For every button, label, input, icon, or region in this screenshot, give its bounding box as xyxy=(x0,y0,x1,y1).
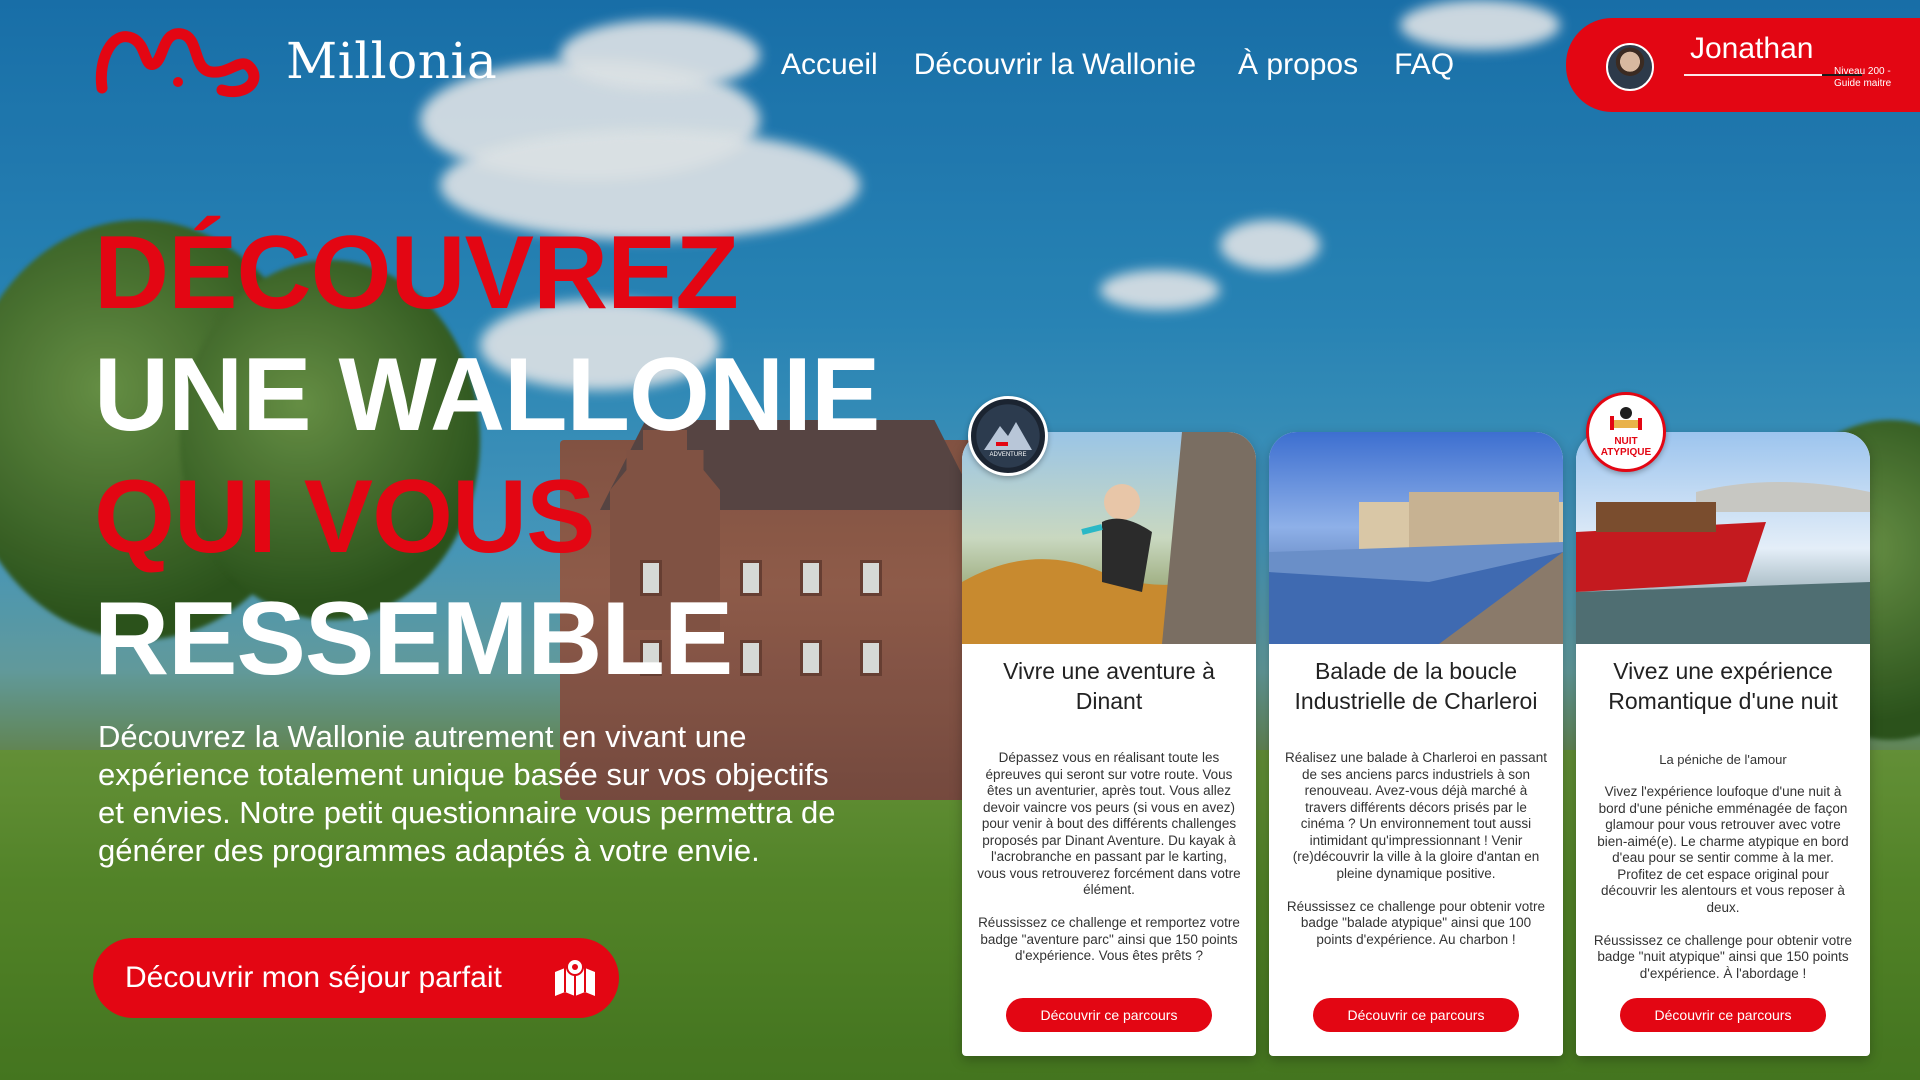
discover-stay-button[interactable]: Découvrir mon séjour parfait xyxy=(93,938,619,1018)
discover-route-button[interactable]: Découvrir ce parcours xyxy=(1006,998,1212,1032)
adventure-badge-icon: ADVENTURE xyxy=(968,396,1048,476)
discover-route-button[interactable]: Découvrir ce parcours xyxy=(1620,998,1826,1032)
hero-line-2: UNE WALLONIE xyxy=(94,337,880,453)
card-dinant[interactable]: Vivre une aventure à Dinant Dépassez vou… xyxy=(962,432,1256,1056)
mountain-icon: ADVENTURE xyxy=(984,422,1032,458)
card-title: Balade de la boucle Industrielle de Char… xyxy=(1294,658,1538,714)
user-name: Jonathan xyxy=(1690,32,1814,65)
badge-label: NUIT ATYPIQUE xyxy=(1600,436,1652,458)
nav-faq[interactable]: FAQ xyxy=(1394,48,1454,82)
logo[interactable]: Millonia xyxy=(92,20,497,102)
main-nav: Accueil Découvrir la Wallonie À propos F… xyxy=(781,48,1490,82)
millonia-logo-icon xyxy=(95,28,260,97)
svg-text:ADVENTURE: ADVENTURE xyxy=(989,452,1026,458)
card-title: Vivez une expérience Romantique d'une nu… xyxy=(1608,658,1838,714)
card-body: Vivez l'expérience loufoque d'une nuit à… xyxy=(1593,784,1853,981)
discover-route-button[interactable]: Découvrir ce parcours xyxy=(1313,998,1519,1032)
card-image-canal xyxy=(1269,432,1563,644)
nuit-atypique-badge-icon: NUIT ATYPIQUE xyxy=(1586,392,1666,472)
level-progress-bar xyxy=(1684,74,1822,76)
cta-label: Découvrir mon séjour parfait xyxy=(125,961,502,994)
hero-line-4: RESSEMBLE xyxy=(94,581,733,697)
hero-line-1: DÉCOUVREZ xyxy=(94,215,739,331)
card-body: Réalisez une balade à Charleroi en passa… xyxy=(1285,750,1547,947)
user-level: Niveau 200 - Guide maitre xyxy=(1834,66,1892,89)
card-subtitle: La péniche de l'amour xyxy=(1659,752,1787,767)
card-body: Dépassez vous en réalisant toute les épr… xyxy=(977,750,1241,963)
logo-text: Millonia xyxy=(286,32,498,90)
card-title: Vivre une aventure à Dinant xyxy=(1003,658,1215,714)
card-romantique[interactable]: Vivez une expérience Romantique d'une nu… xyxy=(1576,432,1870,1056)
nav-a-propos[interactable]: À propos xyxy=(1238,48,1358,82)
card-charleroi[interactable]: Balade de la boucle Industrielle de Char… xyxy=(1269,432,1563,1056)
bed-icon xyxy=(1610,407,1642,430)
hero-heading: DÉCOUVREZ UNE WALLONIE QUI VOUS RESSEMBL… xyxy=(94,212,880,700)
nav-decouvrir-wallonie[interactable]: Découvrir la Wallonie xyxy=(914,48,1196,82)
map-pin-icon xyxy=(555,958,595,996)
nav-accueil[interactable]: Accueil xyxy=(781,48,878,82)
avatar[interactable] xyxy=(1606,43,1654,91)
hero-description: Découvrez la Wallonie autrement en vivan… xyxy=(98,719,836,868)
user-profile[interactable]: Jonathan Niveau 200 - Guide maitre xyxy=(1566,18,1920,112)
hero-line-3: QUI VOUS xyxy=(94,459,596,575)
